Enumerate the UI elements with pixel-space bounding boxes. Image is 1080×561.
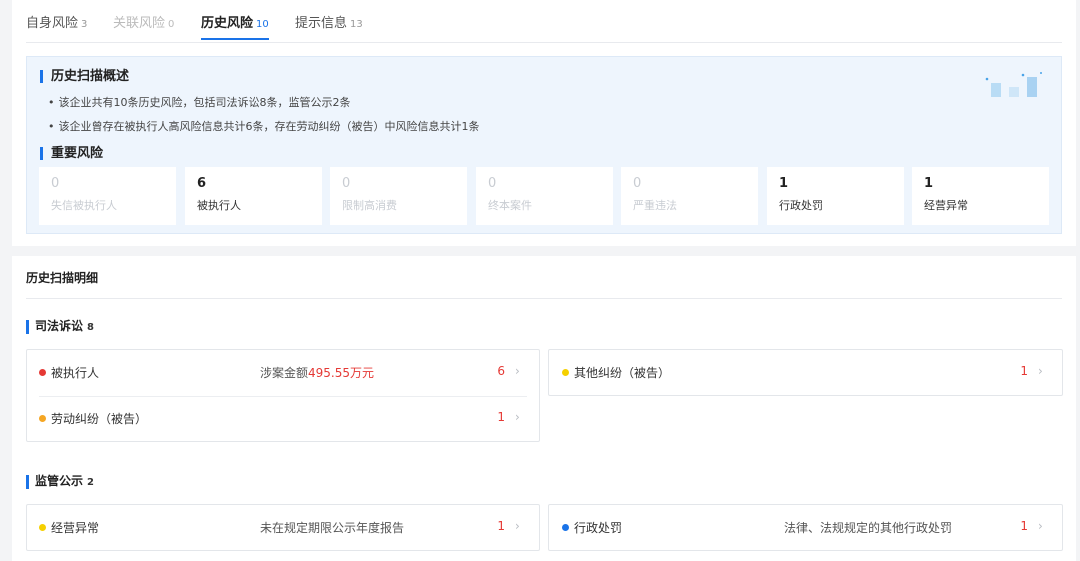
item-name: 经营异常	[51, 521, 100, 535]
risk-label: 失信被执行人	[51, 199, 117, 212]
risk-label: 被执行人	[197, 199, 241, 212]
item-count: 6	[497, 364, 505, 378]
tab-label: 历史风险	[201, 16, 254, 31]
row-divider	[39, 396, 527, 397]
item-name: 行政处罚	[574, 521, 623, 535]
tab-label: 自身风险	[26, 16, 79, 31]
group-label: 监管公示	[35, 474, 84, 488]
group-label: 司法诉讼	[35, 319, 84, 333]
tab-history-risk[interactable]: 历史风险 10	[201, 12, 269, 31]
risk-box-dishonest[interactable]: 0 失信被执行人	[39, 167, 176, 225]
risk-box-admin-penalty[interactable]: 1 行政处罚	[767, 167, 904, 225]
risk-label: 限制高消费	[342, 199, 397, 212]
item-desc: 法律、法规规定的其他行政处罚	[784, 521, 953, 535]
chevron-right-icon: ›	[1038, 364, 1043, 378]
severity-dot	[562, 524, 569, 531]
tab-related-risk[interactable]: 关联风险 0	[113, 12, 174, 31]
item-count: 1	[497, 519, 505, 533]
list-item-admin-penalty[interactable]: 行政处罚 法律、法规规定的其他行政处罚 1 ›	[562, 518, 1050, 538]
chevron-right-icon: ›	[515, 410, 520, 424]
list-item-abnormal-operation[interactable]: 经营异常 未在规定期限公示年度报告 1 ›	[39, 518, 527, 538]
overview-title: 历史扫描概述	[40, 70, 129, 83]
item-desc: 未在规定期限公示年度报告	[260, 521, 405, 535]
tab-count: 0	[168, 19, 175, 30]
important-risk-title: 重要风险	[40, 147, 103, 160]
item-name: 其他纠纷（被告）	[574, 366, 671, 380]
risk-box-abnormal-operation[interactable]: 1 经营异常	[912, 167, 1049, 225]
risk-label: 行政处罚	[779, 199, 823, 212]
amount-value: 495.55万元	[308, 366, 375, 380]
risk-count: 6	[197, 176, 207, 191]
item-name: 劳动纠纷（被告）	[51, 412, 148, 426]
amount-label: 涉案金额	[260, 366, 309, 380]
item-name: 被执行人	[51, 366, 100, 380]
chevron-right-icon: ›	[515, 364, 520, 378]
risk-label: 终本案件	[488, 199, 532, 212]
item-count: 1	[1020, 519, 1028, 533]
tab-label: 关联风险	[113, 16, 166, 31]
group-count: 2	[87, 477, 94, 488]
risk-count: 0	[342, 176, 351, 191]
regulatory-group-title: 监管公示 2	[26, 475, 94, 489]
overview-bullet: 该企业曾存在被执行人高风险信息共计6条，存在劳动纠纷（被告）中风险信息共计1条	[48, 118, 480, 134]
active-tab-underline	[201, 38, 269, 40]
list-item-other-dispute[interactable]: 其他纠纷（被告） 1 ›	[562, 363, 1050, 383]
risk-count: 1	[924, 176, 934, 191]
risk-tabs: 自身风险 3 关联风险 0 历史风险 10 提示信息 13	[26, 0, 1062, 43]
group-count: 8	[87, 322, 94, 333]
item-count: 1	[1020, 364, 1028, 378]
risk-count: 0	[488, 176, 497, 191]
item-count: 1	[497, 410, 505, 424]
detail-title: 历史扫描明细	[26, 271, 99, 285]
risk-box-consumption-limit[interactable]: 0 限制高消费	[330, 167, 467, 225]
risk-count: 0	[51, 176, 60, 191]
severity-dot	[562, 369, 569, 376]
chevron-right-icon: ›	[515, 519, 520, 533]
tab-label: 提示信息	[295, 16, 348, 31]
severity-dot	[39, 415, 46, 422]
divider	[26, 298, 1062, 299]
risk-box-serious-violation[interactable]: 0 严重违法	[621, 167, 758, 225]
history-scan-overview: 历史扫描概述 该企业共有10条历史风险，包括司法诉讼8条，监管公示2条 该企业曾…	[26, 56, 1062, 234]
judicial-group-title: 司法诉讼 8	[26, 320, 94, 334]
risk-box-terminated-case[interactable]: 0 终本案件	[476, 167, 613, 225]
risk-count: 0	[633, 176, 642, 191]
tab-count: 10	[256, 19, 269, 30]
risk-count: 1	[779, 176, 789, 191]
overview-bullet: 该企业共有10条历史风险，包括司法诉讼8条，监管公示2条	[48, 94, 351, 110]
list-item-executed-person[interactable]: 被执行人 涉案金额495.55万元 6 ›	[39, 363, 527, 383]
risk-label: 严重违法	[633, 199, 677, 212]
tab-count: 13	[350, 19, 363, 30]
severity-dot	[39, 369, 46, 376]
item-desc: 涉案金额495.55万元	[260, 364, 374, 381]
risk-box-executed[interactable]: 6 被执行人	[185, 167, 322, 225]
chevron-right-icon: ›	[1038, 519, 1043, 533]
tab-count: 3	[81, 19, 88, 30]
list-item-labor-dispute[interactable]: 劳动纠纷（被告） 1 ›	[39, 409, 527, 429]
severity-dot	[39, 524, 46, 531]
tab-self-risk[interactable]: 自身风险 3	[26, 12, 87, 31]
tab-hint-info[interactable]: 提示信息 13	[295, 12, 363, 31]
bar-chart-illustration-icon	[985, 72, 1042, 97]
risk-label: 经营异常	[924, 199, 968, 212]
